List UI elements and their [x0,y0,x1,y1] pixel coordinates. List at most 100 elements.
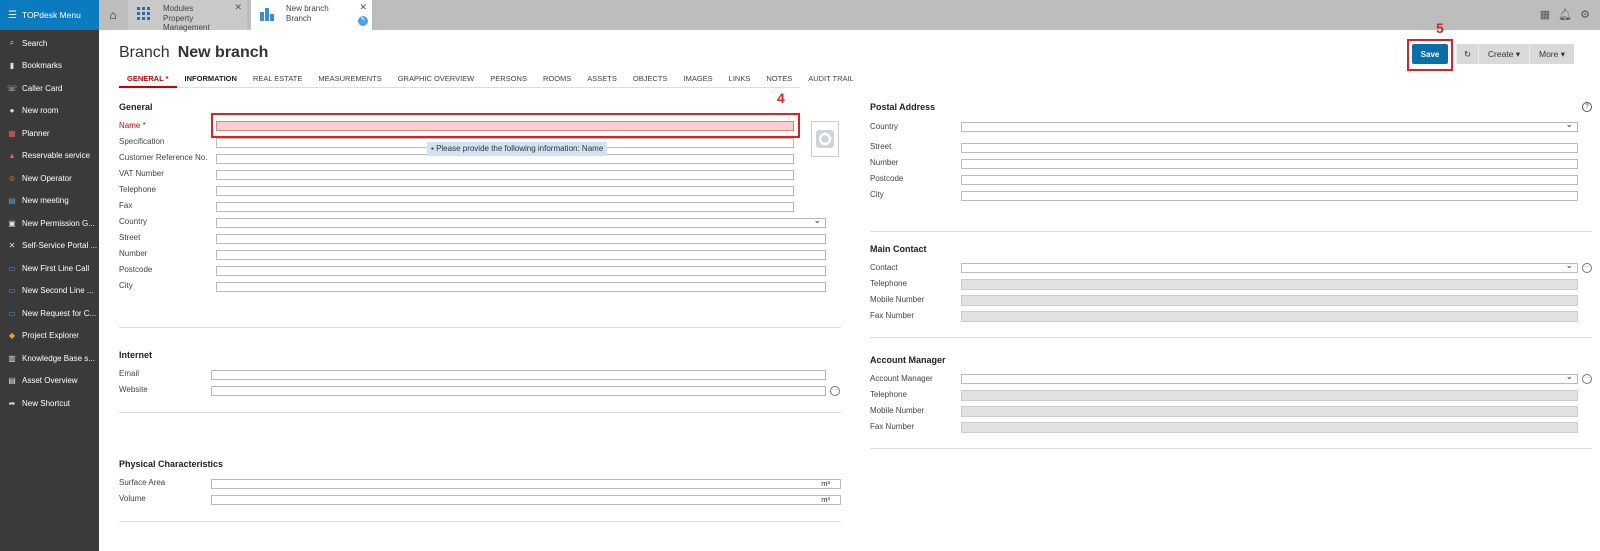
hamburger-icon: ☰ [8,9,17,21]
sidebar: ☰ TOPdesk Menu ⌕ Search ▮ Bookmarks ☏ Calle… [0,0,99,551]
sidebar-item-caller-card[interactable]: ☏ Caller Card [0,77,99,100]
sidebar-item-asset-overview[interactable]: ▤ Asset Overview [0,370,99,393]
topdesk-menu-button[interactable]: ☰ TOPdesk Menu [0,0,99,30]
user-settings-icon[interactable]: ⚙ [1580,8,1590,21]
field-label-number: Number [119,249,148,258]
tab-general[interactable]: GENERAL * [119,74,177,88]
city-input[interactable] [216,282,826,292]
sidebar-item-knowledge-base[interactable]: ▥ Knowledge Base s... [0,347,99,370]
more-options-icon[interactable]: ··· [1582,374,1592,384]
tab-notes[interactable]: NOTES [758,74,800,88]
street-input[interactable] [216,234,826,244]
section-title-postal: Postal Address [870,102,936,112]
tab-new-branch[interactable]: New branch Branch ✕ ✎ [251,0,372,30]
sidebar-item-new-room[interactable]: ● New room [0,100,99,123]
tab-images[interactable]: IMAGES [675,74,720,88]
sidebar-item-new-permission-group[interactable]: ▣ New Permission G... [0,212,99,235]
home-icon[interactable]: ⌂ [99,0,127,30]
sidebar-item-search[interactable]: ⌕ Search [0,32,99,55]
tab-graphic-overview[interactable]: GRAPHIC OVERVIEW [390,74,483,88]
sidebar-item-bookmarks[interactable]: ▮ Bookmarks [0,55,99,78]
field-label-postal-street: Street [870,142,892,151]
sidebar-item-new-meeting[interactable]: ▤ New meeting [0,190,99,213]
field-label-postal-city: City [870,190,884,199]
field-label-street: Street [119,233,141,242]
website-input[interactable] [211,386,826,396]
account-manager-select[interactable] [961,371,1578,384]
postal-number-input[interactable] [961,159,1578,169]
phone-icon: ☏ [7,83,18,93]
telephone-input[interactable] [216,186,794,196]
operator-icon: ☺ [7,173,17,183]
tab-line1: Modules [163,4,194,13]
vat-input[interactable] [216,170,794,180]
postal-country-select[interactable] [961,119,1578,132]
shortcut-icon: ➦ [8,398,16,408]
close-icon[interactable]: ✕ [359,2,367,13]
project-icon: ◆ [8,331,16,341]
divider [870,448,1592,449]
meeting-icon: ▤ [8,196,16,206]
surface-area-input[interactable]: m² [211,479,841,489]
postcode-input[interactable] [216,266,826,276]
tab-line2: Branch [286,13,312,23]
sidebar-item-new-request-for-change[interactable]: ▭ New Request for C... [0,302,99,325]
bell-icon[interactable]: 🔔︎ [1558,8,1572,21]
sidebar-item-label: Reservable service [22,151,91,161]
sidebar-item-project-explorer[interactable]: ◆ Project Explorer [0,325,99,348]
sidebar-item-planner[interactable]: ▦ Planner [0,122,99,145]
record-tabs: GENERAL * INFORMATION REAL ESTATE MEASUR… [119,74,854,88]
sidebar-item-label: New Second Line ... [22,286,94,296]
sidebar-item-new-second-line-call[interactable]: ▭ New Second Line ... [0,280,99,303]
sidebar-item-new-shortcut[interactable]: ➦ New Shortcut [0,392,99,415]
postal-street-input[interactable] [961,143,1578,153]
fax-input[interactable] [216,202,794,212]
more-options-icon[interactable]: ··· [1582,263,1592,273]
field-label-contact-fax: Fax Number [870,311,915,320]
tab-links[interactable]: LINKS [721,74,759,88]
close-icon[interactable]: ✕ [234,2,242,13]
help-icon[interactable]: ? [1582,102,1592,112]
sidebar-item-reservable-service[interactable]: ▲ Reservable service [0,145,99,168]
branch-image-box[interactable] [811,121,839,157]
sidebar-item-label: New Permission G... [22,218,95,228]
unit-label: m² [821,479,830,488]
caret-down-icon: ▾ [1560,48,1566,59]
tab-information[interactable]: INFORMATION [177,74,245,88]
postal-postcode-input[interactable] [961,175,1578,185]
tab-property-management[interactable]: Modules Property Management ✕ [128,0,247,32]
sidebar-item-label: New Operator [22,173,72,183]
volume-input[interactable]: m³ [211,495,841,505]
more-button[interactable]: More ▾ [1529,44,1574,64]
create-button[interactable]: Create ▾ [1478,44,1529,64]
tab-objects[interactable]: OBJECTS [625,74,676,88]
contact-select[interactable] [961,260,1578,273]
pin-icon[interactable]: ✎ [358,16,368,26]
calendar-icon[interactable]: ▦ [1540,8,1550,21]
sidebar-item-new-first-line-call[interactable]: ▭ New First Line Call [0,257,99,280]
contact-telephone-field [961,279,1578,290]
tab-real-estate[interactable]: REAL ESTATE [245,74,310,88]
record-name: New branch [177,44,269,61]
sidebar-item-self-service-portal[interactable]: ✕ Self-Service Portal ... [0,235,99,258]
divider [119,412,841,413]
number-input[interactable] [216,250,826,260]
tab-rooms[interactable]: ROOMS [535,74,579,88]
sidebar-item-label: New Request for C... [22,308,97,318]
tab-audit-trail[interactable]: AUDIT TRAIL [800,74,862,88]
divider [119,327,841,328]
email-input[interactable] [211,370,826,380]
refresh-button[interactable]: ↻ [1456,44,1478,64]
postal-city-input[interactable] [961,191,1578,201]
sidebar-item-new-operator[interactable]: ☺ New Operator [0,167,99,190]
tab-assets[interactable]: ASSETS [579,74,625,88]
more-options-icon[interactable]: ··· [830,386,840,396]
tab-persons[interactable]: PERSONS [482,74,535,88]
country-select[interactable] [216,215,826,228]
page-title: Branch New branch [119,44,268,62]
sidebar-item-label: New First Line Call [22,263,90,273]
section-title-internet: Internet [119,350,153,360]
annotation-number-4: 4 [777,90,785,106]
tab-measurements[interactable]: MEASUREMENTS [310,74,389,88]
planner-icon: ▦ [8,128,16,138]
